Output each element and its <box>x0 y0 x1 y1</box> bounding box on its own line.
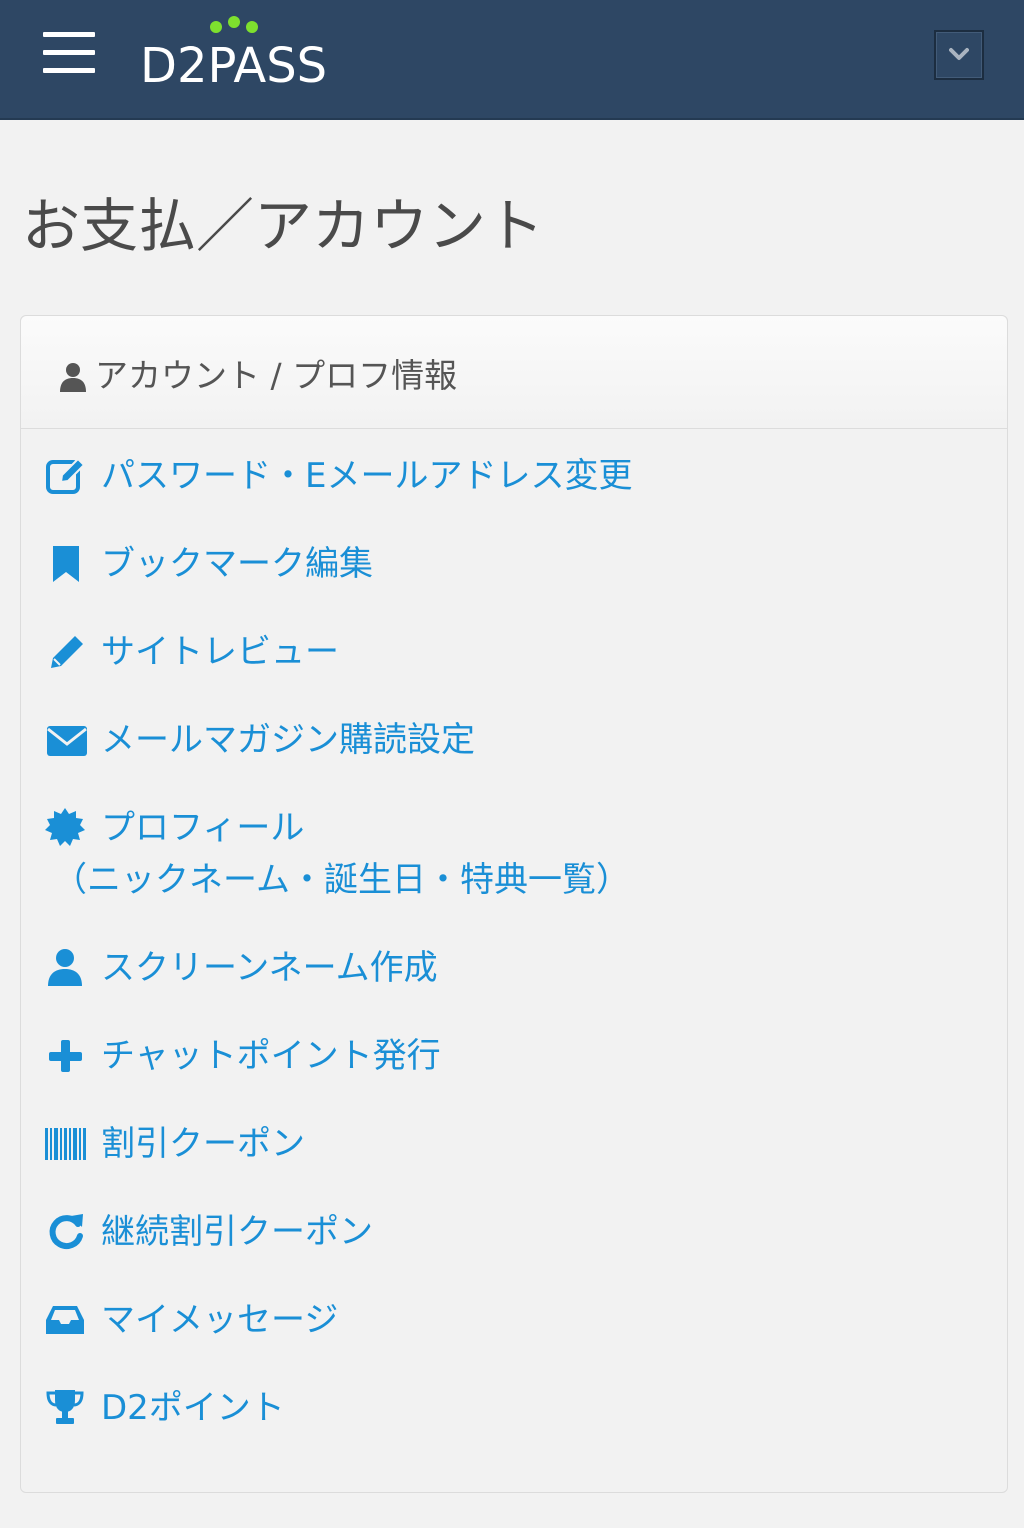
hamburger-menu-icon[interactable] <box>43 32 95 76</box>
account-dropdown-button[interactable] <box>934 30 984 80</box>
menu-item-label: マイメッセージ <box>101 1300 339 1340</box>
account-panel: アカウント / プロフ情報 パスワード・Eメールアドレス変更 ブックマーク編集 … <box>20 315 1008 1493</box>
pencil-icon <box>51 636 83 668</box>
page-title: お支払／アカウント <box>22 192 545 260</box>
menu-item-label: スクリーンネーム作成 <box>101 948 438 988</box>
menu-item-label: チャットポイント発行 <box>101 1036 441 1076</box>
menu-item-label: サイトレビュー <box>101 632 339 672</box>
edit-icon <box>46 457 86 494</box>
menu-item-label: 割引クーポン <box>101 1124 305 1164</box>
refresh-icon <box>49 1214 83 1250</box>
menu-item-sublabel: （ニックネーム・誕生日・特典一覧） <box>53 860 630 900</box>
user-icon <box>48 949 82 986</box>
trophy-icon <box>46 1390 84 1424</box>
plus-icon <box>49 1040 82 1072</box>
inbox-icon <box>46 1306 84 1334</box>
logo-text: D2PASS <box>140 38 328 94</box>
user-icon <box>60 363 86 392</box>
site-logo[interactable]: D2PASS <box>140 16 340 96</box>
chevron-down-icon <box>949 48 969 60</box>
menu-item-label: ブックマーク編集 <box>101 544 373 584</box>
top-navbar: D2PASS <box>0 0 1024 120</box>
logo-dots <box>210 16 264 34</box>
menu-item-label: メールマガジン購読設定 <box>101 720 475 760</box>
menu-item-label: D2ポイント <box>101 1388 285 1428</box>
envelope-icon <box>47 726 87 756</box>
menu-item-label: 継続割引クーポン <box>101 1212 373 1252</box>
menu-item-label: プロフィール <box>101 808 305 848</box>
panel-heading: アカウント / プロフ情報 <box>21 316 1007 429</box>
certificate-icon <box>45 808 85 846</box>
bookmark-icon <box>53 546 79 582</box>
menu-item-label: パスワード・Eメールアドレス変更 <box>101 456 633 496</box>
panel-heading-text: アカウント / プロフ情報 <box>95 356 458 395</box>
barcode-icon <box>45 1128 86 1160</box>
